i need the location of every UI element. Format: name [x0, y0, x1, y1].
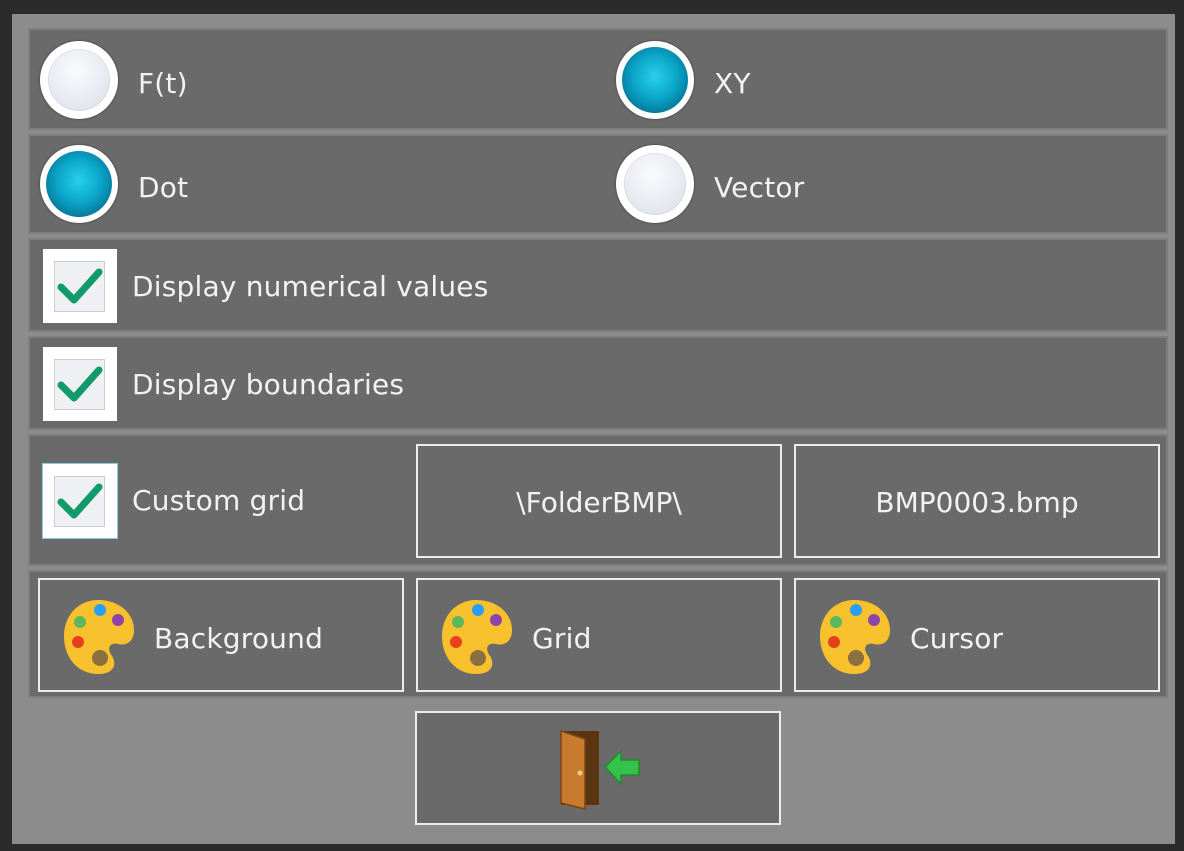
dot-label: Dot: [138, 171, 189, 204]
palette-icon: [64, 600, 134, 674]
xy-radio[interactable]: [616, 41, 694, 119]
folder-button[interactable]: \FolderBMP\: [416, 444, 782, 558]
palette-icon: [442, 600, 512, 674]
checkmark-icon: [57, 268, 103, 304]
ft-label: F(t): [138, 67, 188, 100]
vector-label: Vector: [714, 171, 805, 204]
mode-row: F(t) XY: [28, 28, 1168, 130]
exit-door-icon: [560, 729, 640, 810]
cursor-label: Cursor: [910, 622, 1004, 655]
numerical-values-row: Display numerical values: [28, 238, 1168, 332]
background-color-button[interactable]: Background: [38, 578, 404, 692]
grid-label: Grid: [532, 622, 592, 655]
colors-row: Background Grid Cursor: [28, 570, 1168, 698]
cursor-color-button[interactable]: Cursor: [794, 578, 1160, 692]
xy-label: XY: [714, 67, 751, 100]
background-label: Background: [154, 622, 324, 655]
custom-grid-checkbox[interactable]: [42, 463, 118, 539]
boundaries-row: Display boundaries: [28, 336, 1168, 430]
ft-radio[interactable]: [40, 41, 118, 119]
draw-style-row: Dot Vector: [28, 134, 1168, 234]
dot-radio[interactable]: [40, 145, 118, 223]
checkmark-icon: [57, 366, 103, 402]
filename-label: BMP0003.bmp: [875, 486, 1079, 519]
boundaries-checkbox[interactable]: [43, 347, 117, 421]
numerical-values-checkbox[interactable]: [43, 249, 117, 323]
filename-button[interactable]: BMP0003.bmp: [794, 444, 1160, 558]
folder-label: \FolderBMP\: [516, 486, 682, 519]
custom-grid-label: Custom grid: [132, 484, 306, 517]
vector-radio[interactable]: [616, 145, 694, 223]
custom-grid-row: Custom grid \FolderBMP\ BMP0003.bmp: [28, 434, 1168, 566]
boundaries-label: Display boundaries: [132, 368, 405, 401]
palette-icon: [820, 600, 890, 674]
exit-button[interactable]: [415, 711, 781, 825]
grid-color-button[interactable]: Grid: [416, 578, 782, 692]
numerical-values-label: Display numerical values: [132, 270, 489, 303]
checkmark-icon: [57, 483, 103, 519]
